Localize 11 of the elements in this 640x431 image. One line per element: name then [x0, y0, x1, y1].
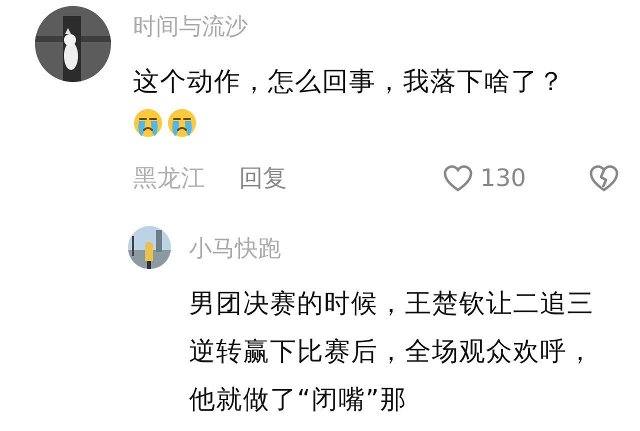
crying-face-icon: [167, 108, 197, 138]
reply-button[interactable]: 回复: [239, 160, 287, 196]
like-count: 130: [480, 163, 526, 194]
username[interactable]: 小马快跑: [189, 234, 281, 264]
username[interactable]: 时间与流沙: [133, 12, 248, 42]
reply-text: 男团决赛的时候，王楚钦让二追三逆转赢下比赛后，全场观众欢呼，他就做了“闭嘴”那: [189, 288, 595, 417]
comment-text: 这个动作，怎么回事，我落下啥了？: [133, 66, 566, 99]
location-label: 黑龙江: [133, 163, 205, 194]
broken-heart-icon[interactable]: [588, 163, 620, 193]
heart-icon[interactable]: [442, 163, 474, 193]
crying-face-icon: [133, 108, 163, 138]
